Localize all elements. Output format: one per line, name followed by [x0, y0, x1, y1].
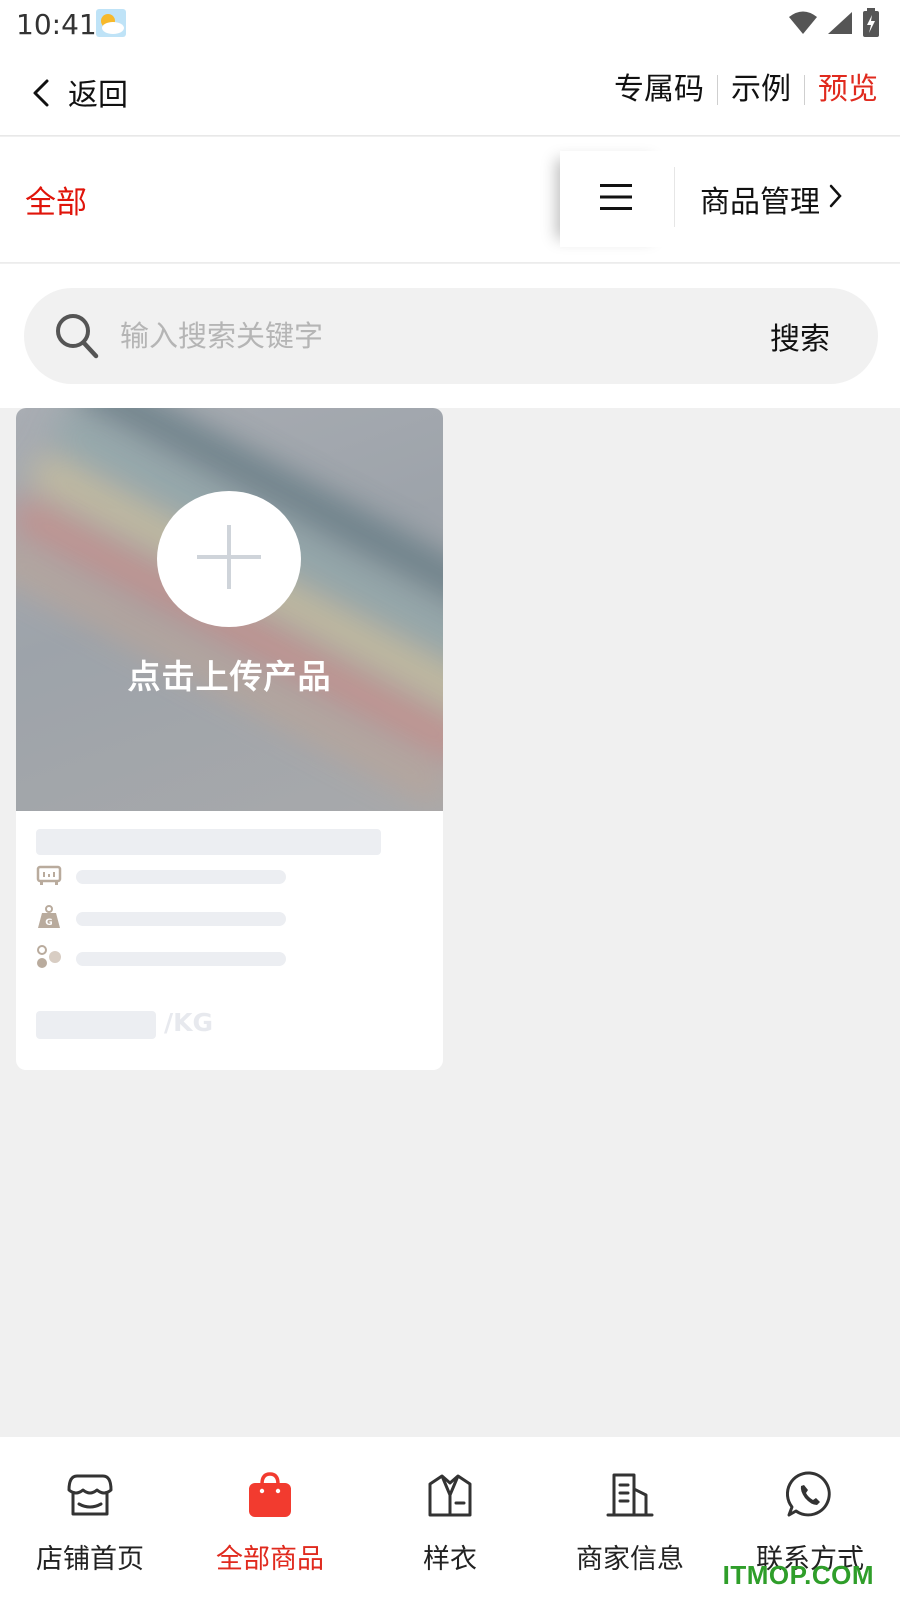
- nav-label: 商家信息: [576, 1544, 684, 1575]
- category-menu-button[interactable]: [560, 151, 672, 247]
- skeleton-row: [36, 862, 336, 892]
- nav-store-home[interactable]: 店铺首页: [0, 1437, 180, 1600]
- price-unit: /KG: [164, 1008, 214, 1037]
- shopping-bag-icon: [244, 1469, 296, 1525]
- plus-icon: [195, 523, 263, 595]
- back-chevron-icon[interactable]: [30, 78, 52, 108]
- svg-text:G: G: [45, 918, 52, 928]
- add-product-button[interactable]: [157, 491, 301, 627]
- skeleton-line: [76, 952, 286, 966]
- nav-sample-clothes[interactable]: 样衣: [360, 1437, 540, 1600]
- category-tab-all[interactable]: 全部: [25, 177, 87, 222]
- size-icon: [36, 862, 62, 888]
- upload-product-area[interactable]: 点击上传产品: [16, 408, 443, 811]
- upload-product-label: 点击上传产品: [127, 657, 332, 696]
- chevron-right-icon: [828, 182, 842, 217]
- top-header: 返回 专属码 示例 预览: [0, 50, 900, 136]
- weight-icon: G: [36, 904, 62, 930]
- back-button[interactable]: 返回: [68, 70, 128, 114]
- example-button[interactable]: 示例: [718, 70, 804, 110]
- nav-merchant-info[interactable]: 商家信息: [540, 1437, 720, 1600]
- signal-icon: [826, 10, 854, 40]
- search-button[interactable]: 搜索: [770, 314, 830, 358]
- search-box: 搜索: [24, 288, 878, 384]
- watermark: ITMOP.COM: [722, 1560, 874, 1590]
- skeleton-line: [76, 870, 286, 884]
- nav-label: 店铺首页: [36, 1544, 144, 1575]
- store-icon: [64, 1469, 116, 1525]
- status-time: 10:41: [16, 8, 97, 41]
- divider: [674, 167, 675, 227]
- nav-all-products[interactable]: 全部商品: [180, 1437, 360, 1600]
- skeleton-title: [36, 829, 381, 855]
- preview-button[interactable]: 预览: [805, 70, 878, 110]
- skeleton-row: [36, 944, 336, 974]
- shirt-box-icon: [424, 1469, 476, 1525]
- category-bar: 全部 商品管理: [0, 137, 900, 263]
- product-management-label: 商品管理: [700, 185, 820, 220]
- skeleton-line: [76, 912, 286, 926]
- weather-icon: [95, 8, 127, 38]
- exclusive-code-button[interactable]: 专属码: [601, 70, 717, 110]
- status-icons: [788, 8, 880, 42]
- search-input[interactable]: [120, 314, 680, 358]
- wifi-icon: [788, 10, 818, 40]
- product-card-placeholder[interactable]: 点击上传产品 G /KG: [16, 408, 443, 1070]
- battery-icon: [862, 8, 880, 42]
- nav-label: 全部商品: [216, 1544, 324, 1575]
- skeleton-row: G: [36, 904, 336, 934]
- color-dots-icon: [36, 944, 62, 970]
- search-icon: [54, 312, 100, 360]
- building-icon: [604, 1469, 656, 1525]
- whatsapp-phone-icon: [784, 1469, 836, 1525]
- status-bar: 10:41: [0, 0, 900, 50]
- search-area: 搜索: [0, 264, 900, 408]
- header-actions: 专属码 示例 预览: [601, 70, 878, 110]
- product-management-link[interactable]: 商品管理: [700, 177, 842, 221]
- hamburger-icon: [599, 182, 633, 216]
- nav-label: 样衣: [423, 1544, 477, 1575]
- skeleton-price: [36, 1011, 156, 1039]
